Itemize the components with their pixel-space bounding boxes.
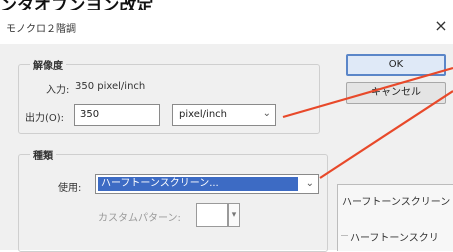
type-group [18, 154, 328, 252]
input-resolution-label: 入力: [46, 85, 70, 96]
ok-button[interactable]: OK [346, 54, 446, 76]
custom-pattern-label: カスタムパターン: [98, 213, 181, 224]
resolution-group-label: 解像度 [30, 57, 66, 72]
halftone-group-border [341, 235, 348, 236]
output-resolution-input[interactable]: 350 [74, 104, 160, 126]
chevron-down-icon: ⌄ [305, 178, 314, 189]
pattern-dropdown-icon[interactable]: ▾ [228, 203, 240, 227]
output-resolution-label: 出力(O): [25, 113, 65, 124]
type-group-label: 種類 [30, 147, 56, 162]
method-label: 使用: [58, 183, 82, 194]
cancel-button[interactable]: キャンセル [346, 82, 446, 104]
resolution-unit-select[interactable]: pixel/inch ⌄ [172, 104, 276, 126]
custom-pattern-swatch[interactable] [196, 203, 228, 227]
resolution-unit-value: pixel/inch [179, 109, 227, 120]
halftone-group-label: ハーフトーンスクリ [350, 233, 439, 244]
dialog-title: モノクロ２階調 [6, 24, 76, 35]
chevron-down-icon: ⌄ [262, 108, 271, 119]
input-resolution-value: 350 pixel/inch [75, 81, 146, 92]
halftone-dialog-title: ハーフトーンスクリーン [342, 197, 451, 208]
close-icon[interactable]: × [431, 16, 451, 36]
method-select[interactable]: ハーフトーンスクリーン... ⌄ [95, 174, 319, 194]
method-select-value: ハーフトーンスクリーン... [98, 177, 298, 191]
